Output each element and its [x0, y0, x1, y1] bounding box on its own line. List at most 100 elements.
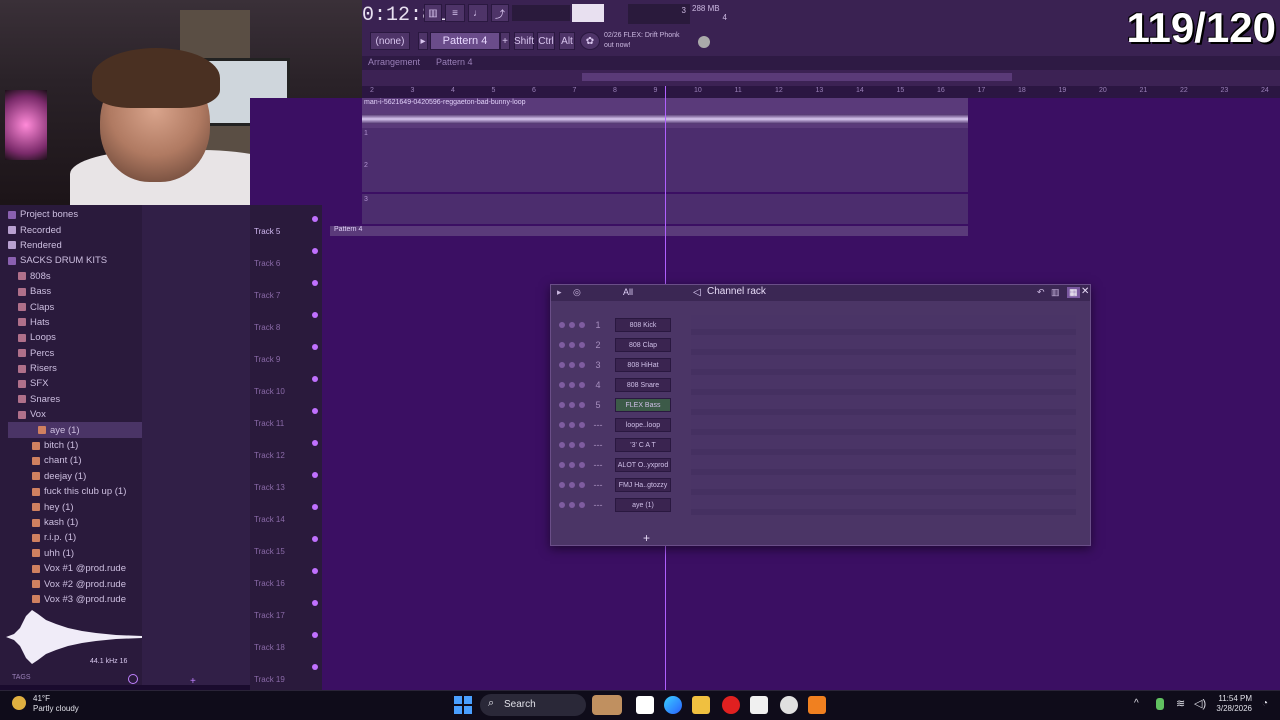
chevron-up-icon[interactable]: ^ — [1134, 698, 1139, 709]
play-icon[interactable]: ▸ — [418, 32, 428, 50]
channel-volume-knob[interactable] — [579, 462, 585, 468]
channel-number[interactable]: 4 — [591, 379, 605, 391]
browser-item[interactable]: fuck this club up (1) — [8, 484, 142, 499]
volume-icon[interactable]: ◁) — [1194, 697, 1206, 710]
channel-row[interactable]: 2 808 Clap — [557, 337, 687, 353]
browser-item[interactable]: Vox — [8, 407, 142, 422]
channel-row[interactable]: 5 FLEX Bass — [557, 397, 687, 413]
browser-item[interactable]: Loops — [8, 330, 142, 345]
metronome-icon[interactable]: ♩ — [468, 4, 488, 22]
fl-studio-icon[interactable] — [808, 696, 826, 714]
channel-volume-knob[interactable] — [579, 322, 585, 328]
master-volume-slider[interactable] — [572, 4, 604, 22]
news-panel[interactable]: 02/26 FLEX: Drift Phonk out now! — [604, 31, 680, 51]
browser-item[interactable]: kash (1) — [8, 515, 142, 530]
channel-volume-knob[interactable] — [579, 402, 585, 408]
arrangement-scrollbar[interactable] — [362, 70, 1280, 86]
track-label[interactable]: Track 12 — [254, 439, 318, 471]
track-label[interactable]: Track 14 — [254, 503, 318, 535]
channel-volume-knob[interactable] — [579, 502, 585, 508]
channel-pan-knob[interactable] — [569, 402, 575, 408]
track-mute-icon[interactable] — [312, 632, 318, 638]
add-channel-button[interactable]: + — [643, 531, 650, 545]
channel-row[interactable]: 3 808 HiHat — [557, 357, 687, 373]
track-label[interactable]: Track 9 — [254, 343, 318, 375]
channel-name-button[interactable]: 808 Snare — [615, 378, 671, 392]
clock[interactable]: 11:54 PM 3/28/2026 — [1214, 694, 1252, 714]
track-label[interactable]: Track 15 — [254, 535, 318, 567]
channel-rack-header[interactable]: ▸ ◎ All ◁ Channel rack ↶ ▥ ▦ ✕ — [551, 285, 1090, 301]
step-mode-icon[interactable]: ≡ — [445, 4, 465, 22]
browser-item[interactable]: hey (1) — [8, 499, 142, 514]
channel-pan-knob[interactable] — [569, 362, 575, 368]
channel-number[interactable]: 2 — [591, 339, 605, 351]
channel-pan-knob[interactable] — [569, 322, 575, 328]
browser-item[interactable]: SACKS DRUM KITS — [8, 253, 142, 268]
browser-item[interactable]: Hats — [8, 315, 142, 330]
channel-volume-knob[interactable] — [579, 482, 585, 488]
step-row[interactable] — [691, 455, 1076, 469]
browser-item[interactable]: SFX — [8, 376, 142, 391]
graph-icon[interactable]: ▥ — [1051, 287, 1060, 298]
browser-item[interactable]: Recorded — [8, 222, 142, 237]
channel-name-button[interactable]: aye (1) — [615, 498, 671, 512]
tags-label[interactable]: TAGS — [12, 674, 31, 681]
track-label[interactable]: Track 6 — [254, 247, 318, 279]
channel-volume-knob[interactable] — [579, 362, 585, 368]
ctrl-button[interactable]: Ctrl — [537, 32, 555, 50]
track-mute-icon[interactable] — [312, 408, 318, 414]
channel-mute-icon[interactable] — [559, 362, 565, 368]
channel-row[interactable]: --- FMJ Ha..gtozzy — [557, 477, 687, 493]
step-row[interactable] — [691, 375, 1076, 389]
channel-row[interactable]: --- aye (1) — [557, 497, 687, 513]
channel-pan-knob[interactable] — [569, 442, 575, 448]
channel-name-button[interactable]: '3' C A T — [615, 438, 671, 452]
close-icon[interactable]: ✕ — [1081, 286, 1089, 297]
browser-item[interactable]: Vox #3 @prod.rude — [8, 592, 142, 607]
breadcrumb-pattern[interactable]: Pattern 4 — [436, 57, 473, 67]
news-icon[interactable]: ✿ — [580, 32, 600, 50]
track-label[interactable]: Track 8 — [254, 311, 318, 343]
channel-name-button[interactable]: 808 Kick — [615, 318, 671, 332]
channel-number[interactable]: 5 — [591, 399, 605, 411]
channel-mute-icon[interactable] — [559, 502, 565, 508]
task-view-icon[interactable] — [636, 696, 654, 714]
channel-mute-icon[interactable] — [559, 382, 565, 388]
channel-row[interactable]: --- loope..loop — [557, 417, 687, 433]
channel-number[interactable]: 3 — [591, 359, 605, 371]
search-highlight-icon[interactable] — [592, 695, 622, 715]
browser-item[interactable]: aye (1) — [8, 422, 142, 438]
step-row[interactable] — [691, 355, 1076, 369]
browser-item[interactable]: Vox #2 @prod.rude — [8, 576, 142, 591]
search-icon[interactable] — [128, 674, 138, 684]
track-mute-icon[interactable] — [312, 216, 318, 222]
browser-item[interactable]: Percs — [8, 346, 142, 361]
channel-name-button[interactable]: 808 HiHat — [615, 358, 671, 372]
pattern-clip[interactable]: Pattern 4 — [330, 226, 968, 236]
track-label[interactable]: Track 18 — [254, 631, 318, 663]
filter-selector[interactable]: All — [623, 287, 633, 297]
rack-menu-icon[interactable]: ▸ — [557, 287, 562, 298]
browser-item[interactable]: Claps — [8, 299, 142, 314]
browser-item[interactable]: deejay (1) — [8, 469, 142, 484]
step-row[interactable] — [691, 315, 1076, 329]
channel-row[interactable]: --- '3' C A T — [557, 437, 687, 453]
track-label[interactable]: Track 17 — [254, 599, 318, 631]
step-row[interactable] — [691, 335, 1076, 349]
step-row[interactable] — [691, 495, 1076, 509]
browser-item[interactable]: Bass — [8, 284, 142, 299]
track-mute-icon[interactable] — [312, 568, 318, 574]
add-icon[interactable]: + — [190, 676, 196, 687]
channel-name-button[interactable]: ALOT O..yxprod — [615, 458, 671, 472]
track-mute-icon[interactable] — [312, 248, 318, 254]
snap-selector[interactable]: (none) — [370, 32, 410, 50]
piano-roll-icon[interactable]: ▥ — [424, 4, 442, 22]
mic-icon[interactable] — [1156, 698, 1164, 710]
step-row[interactable] — [691, 395, 1076, 409]
track-mute-icon[interactable] — [312, 312, 318, 318]
step-row[interactable] — [691, 475, 1076, 489]
edge-icon[interactable] — [664, 696, 682, 714]
track-mute-icon[interactable] — [312, 600, 318, 606]
track-label[interactable]: Track 11 — [254, 407, 318, 439]
channel-row[interactable]: 4 808 Snare — [557, 377, 687, 393]
